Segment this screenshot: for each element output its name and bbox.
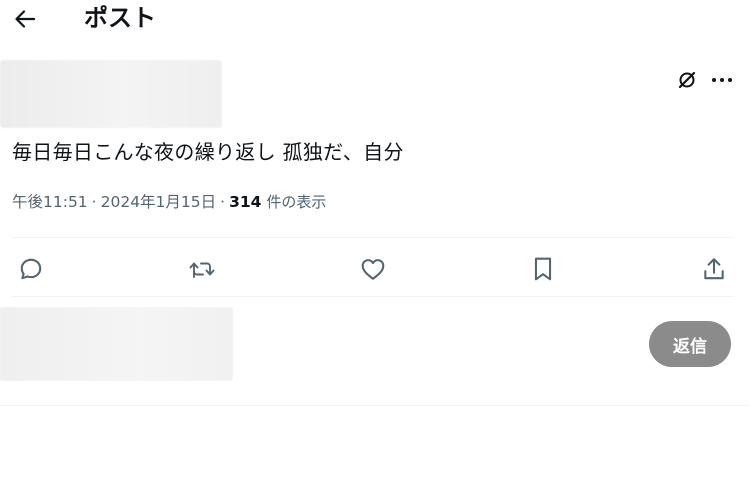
arrow-left-icon [15,10,35,28]
post-meta: 午後11:51 · 2024年1月15日 · 314 件の表示 [12,190,326,214]
bookmark-icon [534,257,552,281]
divider [0,405,750,406]
back-button[interactable] [12,6,38,32]
like-action[interactable] [358,254,388,284]
repost-action[interactable] [187,254,217,284]
views-count[interactable]: 314 [229,193,261,211]
repost-icon [189,262,215,278]
divider [12,237,734,238]
reply-composer-avatar-redacted [0,307,233,381]
reply-button[interactable]: 返信 [649,321,731,367]
post-date-link[interactable]: 2024年1月15日 [101,193,217,211]
grok-button[interactable] [676,69,698,91]
post-text: 毎日毎日こんな夜の繰り返し 孤独だ、自分 [12,140,404,164]
author-avatar-and-name-redacted[interactable] [0,60,222,128]
divider [12,296,734,297]
header: ポスト [0,0,750,38]
page-title: ポスト [84,4,156,32]
action-bar [0,250,750,286]
separator: · [91,193,97,211]
grok-icon [678,71,696,89]
like-icon [361,259,385,280]
bookmark-action[interactable] [528,254,558,284]
share-action[interactable] [699,254,729,284]
share-icon [704,258,724,280]
separator: · [220,193,226,211]
post-time-link[interactable]: 午後11:51 [12,193,88,211]
views-label: 件の表示 [266,193,327,211]
reply-icon [20,258,42,280]
more-icon [712,78,732,82]
more-options-button[interactable] [708,69,736,91]
reply-action[interactable] [16,254,46,284]
